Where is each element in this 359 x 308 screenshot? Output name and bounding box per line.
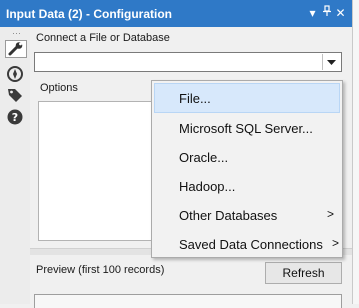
tag-icon[interactable] <box>6 86 26 104</box>
options-label: Options <box>40 82 78 94</box>
menu-item-oracle[interactable]: Oracle... <box>154 142 340 172</box>
connect-dropdown-button[interactable] <box>322 54 340 70</box>
preview-grid <box>34 294 342 308</box>
options-panel <box>38 101 156 241</box>
refresh-button[interactable]: Refresh <box>265 262 342 284</box>
menu-item-label: Saved Data Connections <box>179 237 323 252</box>
svg-text:?: ? <box>12 111 18 124</box>
window-menu-dropdown-icon[interactable]: ▾ <box>306 5 319 21</box>
submenu-arrow-icon: > <box>326 207 334 221</box>
menu-item-saved-data-connections[interactable]: Saved Data Connections > <box>154 229 340 259</box>
menu-item-microsoft-sql-server[interactable]: Microsoft SQL Server... <box>154 113 340 143</box>
connect-combobox[interactable] <box>34 52 342 72</box>
menu-item-other-databases[interactable]: Other Databases > <box>154 200 340 230</box>
menu-item-label: Other Databases <box>179 208 278 223</box>
title-bar: Input Data (2) - Configuration ▾ ✕ <box>0 0 352 27</box>
preview-label: Preview (first 100 records) <box>36 264 165 276</box>
help-icon[interactable]: ? <box>6 108 26 126</box>
menu-item-label: File... <box>179 91 211 106</box>
chevron-down-icon <box>327 60 336 65</box>
grip-dots: ⋯ <box>12 28 22 38</box>
menu-item-label: Oracle... <box>179 150 229 165</box>
menu-item-label: Hadoop... <box>179 179 236 194</box>
close-icon[interactable]: ✕ <box>334 5 347 21</box>
pin-icon[interactable] <box>320 5 333 21</box>
menu-item-label: Microsoft SQL Server... <box>179 121 313 136</box>
compass-icon[interactable] <box>6 65 26 83</box>
window-title: Input Data (2) - Configuration <box>6 7 172 21</box>
background-strip <box>353 0 359 304</box>
menu-item-hadoop[interactable]: Hadoop... <box>154 171 340 201</box>
menu-item-file[interactable]: File... <box>154 83 340 113</box>
connect-label: Connect a File or Database <box>36 32 170 44</box>
submenu-arrow-icon: > <box>331 236 339 250</box>
connection-dropdown-menu: File... Microsoft SQL Server... Oracle..… <box>151 80 343 258</box>
config-sidebar: ⋯ ? <box>0 27 30 304</box>
wrench-icon[interactable] <box>5 40 27 58</box>
